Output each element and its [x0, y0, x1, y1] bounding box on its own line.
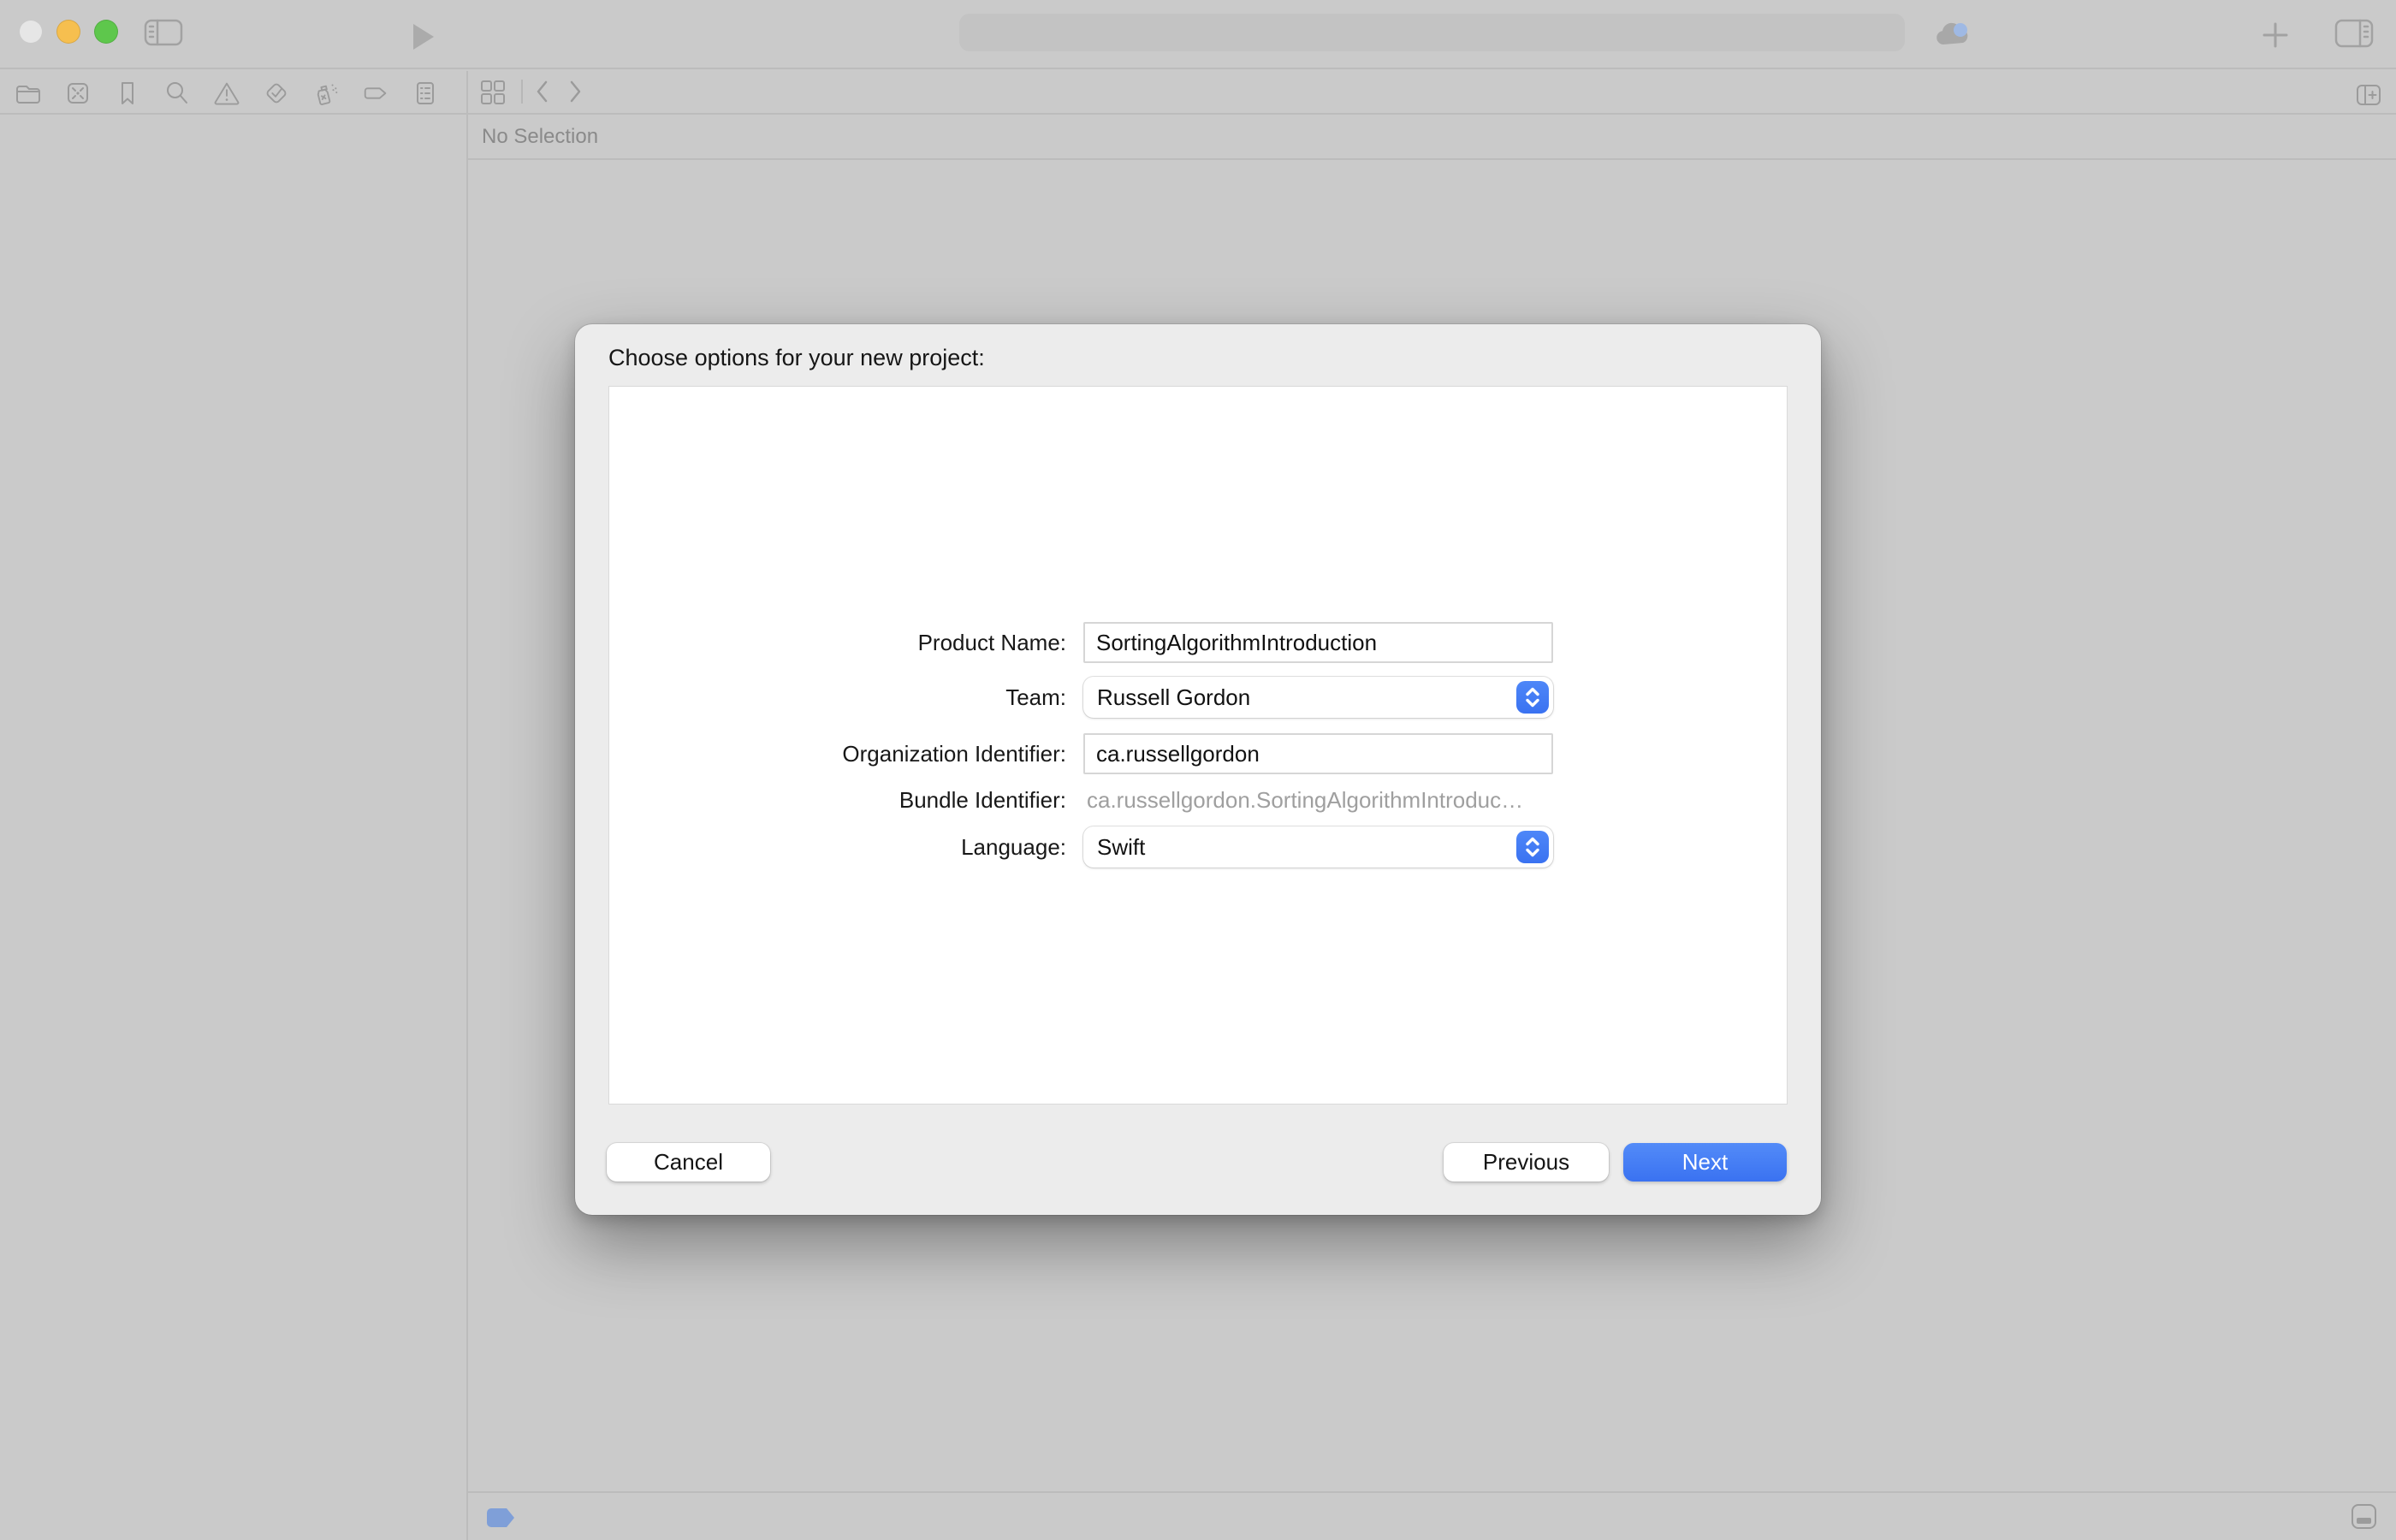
bookmark-icon [113, 79, 142, 108]
play-icon [410, 22, 436, 51]
previous-button[interactable]: Previous [1444, 1143, 1609, 1182]
bundle-identifier-row: Bundle Identifier: ca.russellgordon.Sort… [608, 779, 1789, 820]
related-items-button[interactable] [479, 79, 507, 106]
navigator-tab-tests[interactable] [262, 76, 291, 110]
search-icon [163, 79, 192, 108]
organization-identifier-row: Organization Identifier: [608, 733, 1789, 774]
language-selected-value: Swift [1097, 834, 1145, 861]
zoom-window-button[interactable] [94, 20, 118, 44]
navigator-tab-project[interactable] [14, 76, 43, 110]
navigator-tab-issues[interactable] [212, 76, 241, 110]
popup-stepper [1516, 831, 1549, 863]
go-forward-button[interactable] [565, 79, 585, 104]
language-label: Language: [608, 834, 1066, 861]
cloud-icon [1934, 22, 1972, 48]
navigator-tab-bar [0, 71, 2396, 115]
split-editor-plus-icon [2356, 84, 2381, 106]
navigator-tab-breakpoints[interactable] [361, 76, 390, 110]
organization-identifier-input[interactable] [1083, 733, 1553, 774]
team-row: Team: Russell Gordon [608, 677, 1789, 718]
plus-icon [2259, 19, 2292, 51]
bundle-identifier-label: Bundle Identifier: [608, 787, 1066, 814]
go-back-button[interactable] [532, 79, 553, 104]
add-new-file-button[interactable] [2259, 19, 2292, 51]
team-label: Team: [608, 684, 1066, 711]
toggle-breakpoints-button[interactable] [487, 1508, 514, 1527]
window-toolbar [0, 0, 2396, 69]
popup-stepper [1516, 681, 1549, 714]
team-popup[interactable]: Russell Gordon [1083, 677, 1553, 718]
chevron-left-icon [532, 79, 553, 104]
language-row: Language: Swift [608, 826, 1789, 868]
team-selected-value: Russell Gordon [1097, 684, 1250, 711]
navigator-split-divider[interactable] [466, 71, 468, 1540]
navigator-tab-bookmarks[interactable] [113, 76, 142, 110]
new-project-options-dialog: Choose options for your new project: Pro… [575, 324, 1821, 1215]
toggle-navigator-button[interactable] [144, 19, 183, 46]
navigator-tab-find[interactable] [163, 76, 192, 110]
debug-bar-divider [468, 1491, 2396, 1493]
left-panel-icon [144, 19, 183, 46]
minimize-window-button[interactable] [56, 20, 80, 44]
product-name-input[interactable] [1083, 622, 1553, 663]
cancel-button[interactable]: Cancel [607, 1143, 770, 1182]
toggle-inspector-button[interactable] [2334, 19, 2374, 48]
test-diamond-icon [262, 78, 291, 109]
breakpoint-tag-icon [361, 79, 390, 108]
navigator-tab-source-control[interactable] [63, 76, 92, 110]
product-name-label: Product Name: [608, 630, 1066, 656]
toggle-debug-area-button[interactable] [2352, 1504, 2376, 1529]
organization-identifier-label: Organization Identifier: [608, 741, 1066, 767]
toolbar-separator [521, 80, 523, 104]
folder-icon [14, 79, 43, 108]
grid-icon [479, 79, 507, 106]
bundle-identifier-value: ca.russellgordon.SortingAlgorithmIntrodu… [1083, 787, 1523, 813]
xcode-cloud-button[interactable] [1934, 22, 1972, 52]
navigator-tab-reports[interactable] [411, 76, 440, 110]
breadcrumb: No Selection [482, 125, 598, 149]
source-control-icon [63, 79, 92, 108]
warning-triangle-icon [212, 79, 241, 108]
next-button[interactable]: Next [1623, 1143, 1787, 1182]
chevron-right-icon [565, 79, 585, 104]
navigator-tab-debug[interactable] [311, 76, 341, 110]
dialog-title: Choose options for your new project: [608, 345, 985, 371]
product-name-row: Product Name: [608, 622, 1789, 663]
up-down-chevrons-icon [1524, 686, 1541, 708]
debug-area-icon [2357, 1518, 2371, 1524]
spray-bottle-icon [311, 78, 341, 109]
run-button[interactable] [410, 22, 436, 56]
activity-status-pill [959, 14, 1905, 51]
add-editor-button[interactable] [2356, 84, 2381, 106]
up-down-chevrons-icon [1524, 836, 1541, 858]
right-panel-icon [2334, 19, 2374, 48]
jump-bar: No Selection [468, 115, 2396, 160]
close-window-button[interactable] [19, 20, 43, 44]
language-popup[interactable]: Swift [1083, 826, 1553, 868]
report-list-icon [411, 79, 440, 108]
